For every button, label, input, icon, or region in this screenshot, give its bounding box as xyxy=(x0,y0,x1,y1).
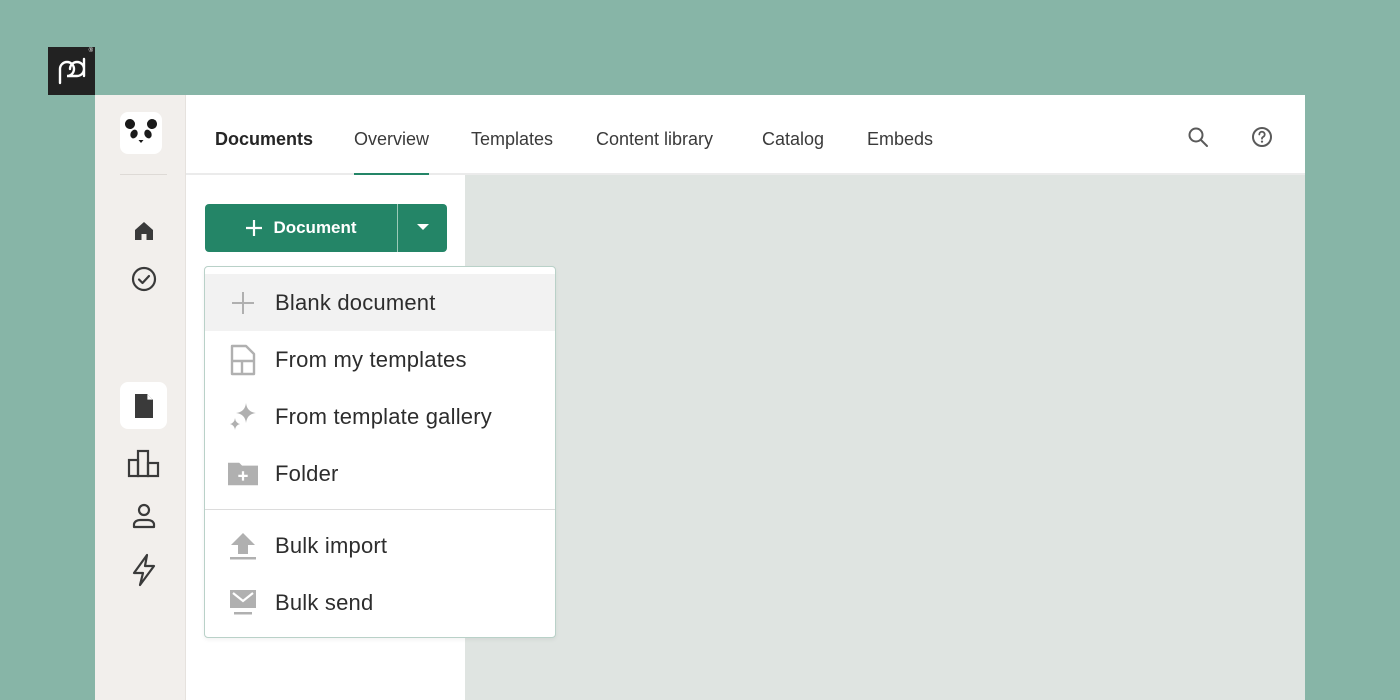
menu-item-blank-document[interactable]: Blank document xyxy=(205,274,555,331)
caret-down-icon xyxy=(416,224,429,230)
sidebar-item-home[interactable] xyxy=(120,207,167,254)
menu-item-label: From template gallery xyxy=(275,403,492,429)
new-document-button-group: Document xyxy=(205,204,447,252)
tab-templates[interactable]: Templates xyxy=(471,95,553,175)
plus-icon xyxy=(246,220,263,236)
bulk-send-icon xyxy=(230,589,256,614)
search-button[interactable] xyxy=(1186,125,1210,149)
new-document-button[interactable]: Document xyxy=(205,204,397,252)
content-area xyxy=(465,175,1305,700)
sidebar xyxy=(95,95,186,700)
bar-chart-icon xyxy=(127,449,159,477)
sidebar-item-automations[interactable] xyxy=(120,546,167,593)
help-icon xyxy=(1252,127,1272,147)
tab-content-library[interactable]: Content library xyxy=(596,95,713,175)
panda-icon xyxy=(125,119,157,143)
menu-item-label: Blank document xyxy=(275,289,436,315)
panda-logo[interactable] xyxy=(120,112,162,154)
menu-item-bulk-import[interactable]: Bulk import xyxy=(205,517,555,574)
search-icon xyxy=(1188,127,1208,147)
menu-item-label: Bulk import xyxy=(275,532,388,558)
template-icon xyxy=(230,344,256,375)
plus-icon xyxy=(232,291,254,314)
sidebar-divider xyxy=(120,174,167,175)
menu-item-from-my-templates[interactable]: From my templates xyxy=(205,331,555,388)
menu-item-folder[interactable]: Folder xyxy=(205,445,555,502)
app-window: Documents Overview Templates Content lib… xyxy=(95,95,1305,700)
top-navigation: Documents Overview Templates Content lib… xyxy=(186,95,1305,177)
registered-mark: ® xyxy=(88,48,93,54)
page-title: Documents xyxy=(215,129,314,149)
sparkle-icon xyxy=(230,402,256,430)
sidebar-item-reports[interactable] xyxy=(120,439,167,486)
sidebar-item-tasks[interactable] xyxy=(120,255,167,302)
pd-logo-icon xyxy=(58,57,85,85)
tab-catalog[interactable]: Catalog xyxy=(762,95,824,175)
new-document-label: Document xyxy=(273,218,357,237)
tab-overview[interactable]: Overview xyxy=(354,95,430,177)
brand-logo: ® xyxy=(48,47,95,95)
menu-item-label: Folder xyxy=(275,460,339,486)
folder-plus-icon xyxy=(228,462,258,485)
tab-embeds[interactable]: Embeds xyxy=(867,95,933,175)
document-icon xyxy=(134,393,153,418)
help-button[interactable] xyxy=(1250,125,1274,149)
new-document-menu: Blank document From my templates From te… xyxy=(204,266,556,638)
sidebar-item-documents[interactable] xyxy=(120,382,167,429)
home-icon xyxy=(134,221,153,240)
sidebar-item-contacts[interactable] xyxy=(120,492,167,539)
user-icon xyxy=(132,503,155,528)
lightning-icon xyxy=(132,553,155,586)
menu-item-label: From my templates xyxy=(275,346,467,372)
check-circle-icon xyxy=(131,266,156,291)
menu-item-label: Bulk send xyxy=(275,589,374,615)
upload-icon xyxy=(230,532,256,559)
menu-item-bulk-send[interactable]: Bulk send xyxy=(205,574,555,631)
new-document-dropdown-button[interactable] xyxy=(398,204,447,252)
menu-divider xyxy=(205,509,555,510)
menu-item-from-template-gallery[interactable]: From template gallery xyxy=(205,388,555,445)
